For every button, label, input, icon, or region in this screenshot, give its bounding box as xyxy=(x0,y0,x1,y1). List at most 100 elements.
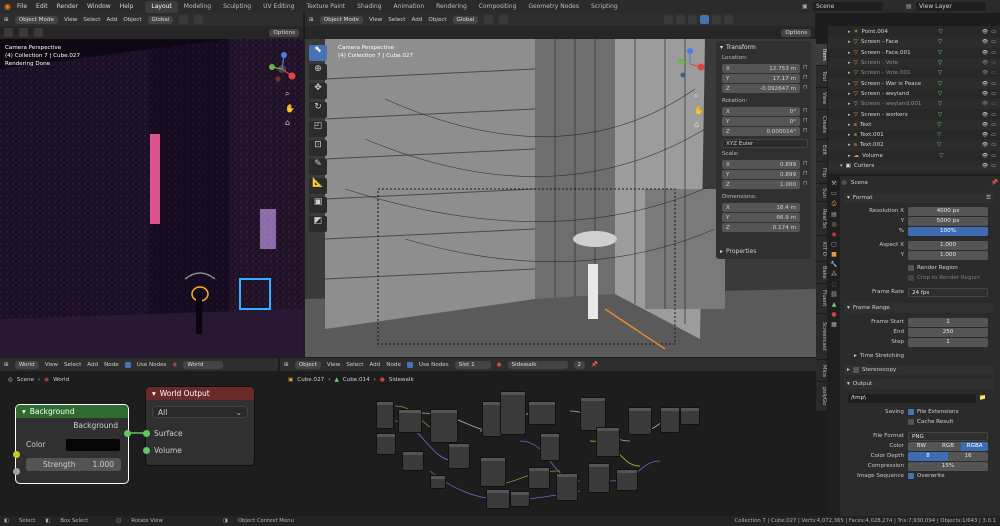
render-visibility-icon[interactable]: ▭ xyxy=(991,60,996,66)
shading-material-icon[interactable] xyxy=(712,15,722,24)
expand-icon[interactable]: ▸ xyxy=(848,91,851,97)
expand-icon[interactable]: ▸ xyxy=(848,142,851,148)
eye-icon[interactable]: 👁 xyxy=(982,122,988,128)
color-rgba-button[interactable]: RGBA xyxy=(961,441,989,451)
frame-step-field[interactable]: 1 xyxy=(908,337,988,347)
annotate-tool-icon[interactable]: ✎ xyxy=(309,159,327,175)
menu-view[interactable]: View xyxy=(327,362,340,368)
scale-z-field[interactable]: Z 1.000 xyxy=(722,180,800,189)
sidebar-tab-flip[interactable]: Flip xyxy=(816,162,827,184)
frame-rate-dropdown[interactable]: 24 fps xyxy=(908,287,988,297)
menu-help[interactable]: Help xyxy=(120,3,134,10)
menu-view[interactable]: View xyxy=(369,17,382,23)
expand-icon[interactable]: ▸ xyxy=(854,353,857,359)
sidebar-tab-polygo[interactable]: polyGo xyxy=(816,382,827,412)
outliner-item[interactable]: ▸ ▽ Screen - War is Peace ▽ 👁 ▭ xyxy=(828,78,1000,89)
zoom-icon[interactable]: ⌕ xyxy=(285,89,295,99)
snap-icon[interactable] xyxy=(484,15,494,24)
location-z-field[interactable]: Z -0.092647 m xyxy=(722,84,800,93)
collapse-icon[interactable]: ▾ xyxy=(847,381,850,387)
rotation-x-field[interactable]: X 0° xyxy=(722,107,800,116)
surface-input-socket[interactable] xyxy=(143,430,150,437)
cache-result-checkbox[interactable] xyxy=(908,419,914,425)
add-cube-tool-icon[interactable]: ▣ xyxy=(309,197,327,213)
render-visibility-icon[interactable]: ▭ xyxy=(991,122,996,128)
sidebar-tab-fluent[interactable]: Fluent xyxy=(816,284,827,314)
dimensions-y-field[interactable]: Y 66.9 m xyxy=(722,213,800,222)
shader-node[interactable] xyxy=(500,391,526,435)
shader-node[interactable] xyxy=(480,457,506,487)
pan-icon[interactable]: ✋ xyxy=(285,104,295,113)
eye-icon[interactable]: 👁 xyxy=(982,81,988,87)
shader-node[interactable] xyxy=(448,443,470,469)
world-tab-icon[interactable]: ◉ xyxy=(831,231,836,238)
outliner-item[interactable]: ▸ ▽ Screen - Face.001 ▽ 👁 ▭ xyxy=(828,48,1000,58)
rotation-y-field[interactable]: Y 0° xyxy=(722,117,800,126)
workspace-tab-compositing[interactable]: Compositing xyxy=(473,1,523,13)
eye-icon[interactable]: 👁 xyxy=(982,60,988,66)
shader-node[interactable] xyxy=(628,407,652,435)
navigation-gizmo[interactable] xyxy=(262,49,302,89)
expand-icon[interactable]: ▸ xyxy=(848,112,851,118)
menu-node[interactable]: Node xyxy=(104,362,119,368)
constraints-tab-icon[interactable]: ⛓ xyxy=(830,291,838,298)
shader-node[interactable] xyxy=(482,401,502,437)
expand-icon[interactable]: ▸ xyxy=(848,81,851,87)
scene-selector[interactable]: Scene xyxy=(813,2,883,11)
target-dropdown[interactable]: All ⌄ xyxy=(152,406,248,418)
dimensions-z-field[interactable]: Z 0.174 m xyxy=(722,223,800,232)
slot-selector[interactable]: Slot 1 xyxy=(454,360,491,369)
sidebar-tab-item[interactable]: Item xyxy=(816,44,827,66)
data-tab-icon[interactable]: ▲ xyxy=(832,301,837,308)
texture-tab-icon[interactable]: ▦ xyxy=(831,321,837,328)
select-tool-icon[interactable]: ⬉ xyxy=(309,45,327,61)
modifier-tab-icon[interactable]: 🔧 xyxy=(830,261,837,268)
shading-rendered-icon[interactable] xyxy=(724,15,734,24)
workspace-tab-animation[interactable]: Animation xyxy=(388,1,431,13)
view-layer-tab-icon[interactable]: ▤ xyxy=(831,211,837,218)
sidebar-tab-view[interactable]: View xyxy=(816,88,827,110)
eye-icon[interactable]: 👁 xyxy=(982,70,988,76)
frame-end-field[interactable]: 250 xyxy=(908,327,988,337)
expand-icon[interactable]: ▸ xyxy=(847,367,850,373)
zoom-icon[interactable]: ⌕ xyxy=(694,91,704,101)
shader-node[interactable] xyxy=(430,409,458,443)
transform-tool-icon[interactable]: ⊡ xyxy=(309,140,327,156)
view-layer-selector[interactable]: View Layer xyxy=(916,2,986,11)
color-bw-button[interactable]: BW xyxy=(908,441,935,451)
render-region-checkbox[interactable] xyxy=(908,265,914,271)
physics-tab-icon[interactable]: ◌ xyxy=(831,281,836,288)
aspect-x-field[interactable]: 1.000 xyxy=(908,240,988,250)
workspace-tab-sculpting[interactable]: Sculpting xyxy=(217,1,257,13)
render-visibility-icon[interactable]: ▭ xyxy=(991,142,996,148)
lock-icon[interactable]: ⊓ xyxy=(803,84,808,91)
format-section[interactable]: Format xyxy=(853,195,873,201)
expand-icon[interactable]: ▸ xyxy=(848,122,851,128)
new-icon[interactable] xyxy=(19,28,28,37)
shader-node[interactable] xyxy=(616,469,638,491)
mode-selector[interactable]: Object Mode xyxy=(319,15,363,24)
render-visibility-icon[interactable]: ▭ xyxy=(991,29,996,35)
rotation-mode-dropdown[interactable]: XYZ Euler xyxy=(722,139,808,148)
rotation-z-field[interactable]: Z 0.000014° xyxy=(722,127,800,136)
shader-node[interactable] xyxy=(528,401,556,425)
expand-icon[interactable]: ▸ xyxy=(848,60,851,66)
presets-icon[interactable]: ☰ xyxy=(986,195,991,201)
expand-icon[interactable]: ▸ xyxy=(848,132,851,138)
object-tab-icon[interactable]: ■ xyxy=(831,251,837,258)
menu-edit[interactable]: Edit xyxy=(36,3,48,10)
shader-node[interactable] xyxy=(486,489,510,509)
render-visibility-icon[interactable]: ▭ xyxy=(991,91,996,97)
left-viewport[interactable]: Camera Perspective (4) Collection 7 | Cu… xyxy=(0,39,303,357)
outliner-item[interactable]: ▸ ▽ Screen - Vote ▽ 👁 ▭ xyxy=(828,57,1000,69)
editor-type-icon[interactable]: ⊞ xyxy=(284,362,289,368)
render-visibility-icon[interactable]: ▭ xyxy=(991,112,996,118)
sidebar-tab-tool[interactable]: Tool xyxy=(816,66,827,88)
shader-node[interactable] xyxy=(660,407,680,433)
menu-view[interactable]: View xyxy=(64,17,77,23)
editor-type-icon[interactable]: ⊞ xyxy=(4,362,9,368)
render-visibility-icon[interactable]: ▭ xyxy=(991,50,996,56)
extra-tool-icon[interactable]: ◩ xyxy=(309,216,327,232)
visibility-icon[interactable] xyxy=(664,15,674,24)
lock-icon[interactable]: ⊓ xyxy=(803,117,808,124)
